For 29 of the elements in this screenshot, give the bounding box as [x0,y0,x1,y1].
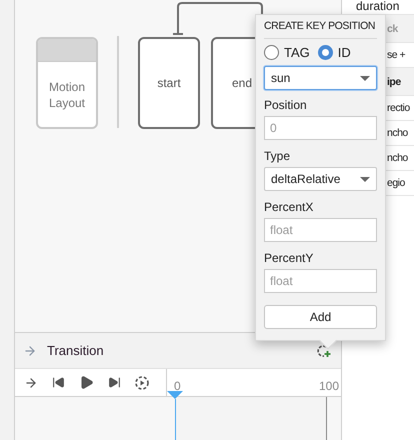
input-field[interactable]: float [264,269,377,293]
loop-play-icon [135,376,149,390]
field-label: Type [264,149,292,163]
layout-node[interactable]: Motion Layout [36,37,98,129]
caret-icon [360,76,370,80]
radio-icon[interactable] [318,45,333,60]
caret-icon [360,176,370,182]
type-dropdown[interactable]: deltaRelative [264,167,377,191]
skip-forward-button[interactable] [108,376,121,389]
loop-button[interactable] [135,376,149,390]
field-label: PercentY [264,251,314,265]
radio-label: TAG [284,45,310,60]
transition-arrow-icon [23,344,37,358]
field-label: PercentX [264,200,314,214]
direction-button[interactable] [24,376,38,390]
id-dropdown[interactable]: sun [264,66,377,90]
skip-back-button[interactable] [52,376,65,389]
transition-title: Transition [47,343,104,358]
constraint-set-node[interactable]: start [138,37,200,129]
input-field[interactable]: float [264,218,377,242]
input-field[interactable]: 0 [264,116,377,140]
radio-icon[interactable] [264,45,279,60]
playhead-handle[interactable] [167,391,183,399]
play-button[interactable] [79,375,94,390]
popover-title: CREATE KEY POSITION [264,19,377,39]
timeline-start-label: 0 [174,379,181,393]
add-button[interactable]: Add [264,305,377,329]
add-keyframe-icon[interactable] [317,344,331,358]
timeline-end-label: 100 [318,379,339,393]
